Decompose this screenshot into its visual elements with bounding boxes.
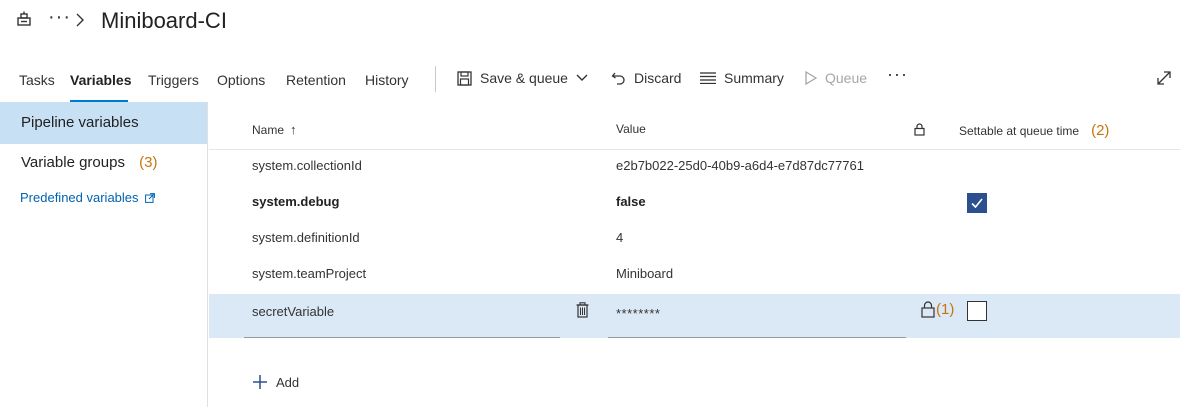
build-pipeline-icon[interactable] xyxy=(16,11,32,27)
sidebar-item-label: Pipeline variables xyxy=(21,114,139,131)
callout-number: (2) xyxy=(1091,122,1110,139)
toolbar-divider xyxy=(435,66,436,92)
callout-number: (3) xyxy=(139,154,158,171)
page-title: Miniboard-CI xyxy=(101,8,227,33)
play-icon xyxy=(805,71,817,85)
variable-name: system.definitionId xyxy=(252,230,360,245)
undo-icon xyxy=(611,72,625,85)
callout-number: (1) xyxy=(936,301,955,318)
column-header-settable-label: Settable at queue time xyxy=(959,123,1080,138)
more-actions-icon: ··· xyxy=(887,64,908,84)
settable-checkbox[interactable] xyxy=(967,301,987,321)
sidebar-item-label: Variable groups xyxy=(21,154,125,171)
sort-ascending-icon: ↑ xyxy=(290,122,297,137)
settable-checkbox[interactable] xyxy=(967,193,987,213)
pivot-tabs: Tasks Variables Triggers Options Retenti… xyxy=(0,60,1180,102)
checkmark-icon xyxy=(971,198,983,209)
lock-icon[interactable] xyxy=(921,301,935,318)
column-header-settable: Settable at queue time (2) xyxy=(959,122,1109,139)
add-variable-button[interactable]: Add xyxy=(252,374,299,390)
summary-button[interactable]: Summary xyxy=(700,70,784,86)
variable-name: system.teamProject xyxy=(252,266,367,281)
breadcrumb-more-button[interactable]: ··· xyxy=(48,6,71,29)
secret-value-input[interactable]: ******** xyxy=(616,306,660,321)
queue-label: Queue xyxy=(825,70,868,86)
table-row[interactable]: system.collectionId e2b7b022-25d0-40b9-a… xyxy=(209,149,1180,185)
plus-icon xyxy=(253,375,267,389)
predefined-variables-label: Predefined variables xyxy=(20,190,139,205)
save-queue-label: Save & queue xyxy=(480,70,568,86)
sidebar-item-pipeline-variables[interactable]: Pipeline variables xyxy=(0,102,207,144)
predefined-variables-link[interactable]: Predefined variables xyxy=(20,190,155,205)
expand-icon[interactable] xyxy=(1156,70,1172,86)
table-row-selected[interactable]: secretVariable ******** (1) xyxy=(209,294,1180,338)
variable-name: system.debug xyxy=(252,194,340,209)
tab-tasks[interactable]: Tasks xyxy=(19,72,55,88)
sidebar-item-variable-groups[interactable]: Variable groups (3) xyxy=(0,152,207,174)
tab-retention[interactable]: Retention xyxy=(286,72,346,88)
header: ··· Miniboard-CI xyxy=(0,0,1180,48)
variable-value: Miniboard xyxy=(616,266,674,281)
discard-button[interactable]: Discard xyxy=(611,70,681,86)
queue-button[interactable]: Queue xyxy=(805,70,867,86)
tab-history[interactable]: History xyxy=(365,72,409,88)
tab-options[interactable]: Options xyxy=(217,72,265,88)
variables-sidebar: Pipeline variables Variable groups (3) P… xyxy=(0,102,208,407)
delete-icon[interactable] xyxy=(576,302,589,318)
variable-value: false xyxy=(616,194,646,209)
variable-name-input[interactable]: secretVariable xyxy=(252,304,334,319)
list-icon xyxy=(700,72,716,84)
lock-column-icon xyxy=(914,123,925,136)
tab-variables[interactable]: Variables xyxy=(70,72,132,88)
summary-label: Summary xyxy=(724,70,784,86)
table-row[interactable]: system.teamProject Miniboard xyxy=(209,257,1180,293)
discard-label: Discard xyxy=(634,70,682,86)
save-queue-button[interactable]: Save & queue xyxy=(457,70,588,86)
chevron-right-icon xyxy=(76,13,84,27)
add-label: Add xyxy=(276,374,300,390)
table-row[interactable]: system.debug false xyxy=(209,185,1180,221)
tab-triggers[interactable]: Triggers xyxy=(148,72,199,88)
column-header-name[interactable]: Name ↑ xyxy=(252,122,297,137)
table-row[interactable]: system.definitionId 4 xyxy=(209,221,1180,257)
column-header-value: Value xyxy=(616,122,646,136)
value-input-underline xyxy=(608,337,906,338)
chevron-down-icon xyxy=(576,74,588,81)
more-actions-button[interactable]: ··· xyxy=(887,64,908,85)
variable-value: 4 xyxy=(616,230,624,245)
variable-value: e2b7b022-25d0-40b9-a6d4-e7d87dc77761 xyxy=(616,158,864,173)
column-header-name-label: Name xyxy=(252,122,285,137)
variable-name: system.collectionId xyxy=(252,158,362,173)
name-input-underline xyxy=(244,337,560,338)
external-link-icon xyxy=(144,192,155,203)
save-icon xyxy=(457,70,472,86)
column-header-value-label: Value xyxy=(616,122,646,136)
